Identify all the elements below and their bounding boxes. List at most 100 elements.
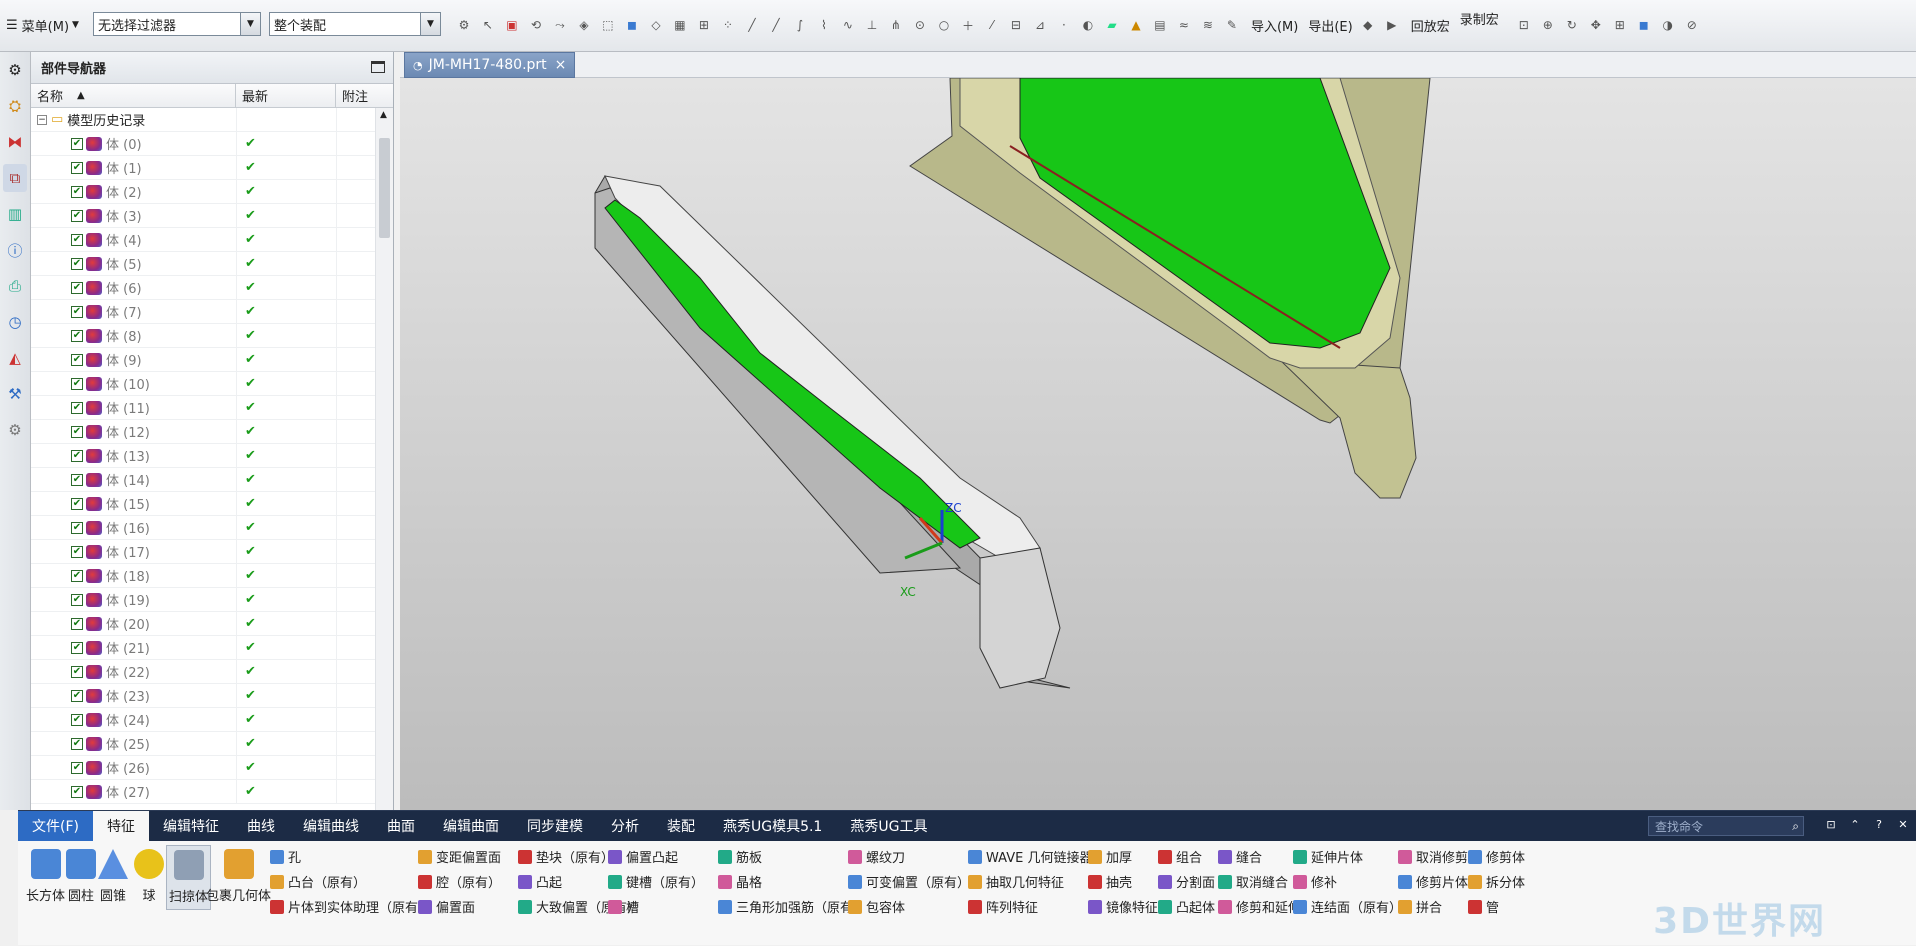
checkbox[interactable]: ✔ — [71, 137, 83, 150]
export-menu[interactable]: 导出(E) — [1308, 16, 1352, 35]
tree-row[interactable]: ✔ 体 (18) ✔ — [31, 563, 393, 588]
render-icon[interactable]: ◼ — [1635, 16, 1653, 34]
wrap-geometry-button[interactable]: 包裹几何体 — [206, 849, 271, 904]
ribbon-tab[interactable]: 编辑曲线 — [289, 811, 373, 841]
ribbon-command[interactable]: 槽 — [608, 897, 639, 916]
tree-row[interactable]: ✔ 体 (20) ✔ — [31, 611, 393, 636]
ribbon-command[interactable]: 组合 — [1158, 847, 1202, 866]
graphics-viewport[interactable]: ZC XC — [400, 77, 1916, 810]
ribbon-tab[interactable]: 曲面 — [373, 811, 429, 841]
collapse-ribbon-icon[interactable]: ⌃ — [1848, 817, 1862, 831]
view-icon[interactable]: ◇ — [647, 16, 665, 34]
ribbon-tab[interactable]: 装配 — [653, 811, 709, 841]
tree-row[interactable]: ✔ 体 (16) ✔ — [31, 515, 393, 540]
chart-icon[interactable]: ▤ — [1151, 16, 1169, 34]
tree-row[interactable]: ✔ 体 (22) ✔ — [31, 659, 393, 684]
checkbox[interactable]: ✔ — [71, 641, 83, 654]
ribbon-command[interactable]: 垫块（原有） — [518, 847, 614, 866]
chevron-down-icon[interactable]: ▼ — [419, 13, 440, 35]
tree-row[interactable]: ✔ 体 (23) ✔ — [31, 683, 393, 708]
tree-row[interactable]: ✔ 体 (15) ✔ — [31, 491, 393, 516]
checkbox[interactable]: ✔ — [71, 617, 83, 630]
tree-root-row[interactable]: − ▭ 模型历史记录 — [31, 107, 393, 132]
shading-icon[interactable]: ◐ — [1079, 16, 1097, 34]
scroll-thumb[interactable] — [379, 138, 390, 238]
select-arrow-icon[interactable]: ↖ — [479, 16, 497, 34]
tree-row[interactable]: ✔ 体 (14) ✔ — [31, 467, 393, 492]
zoom-icon[interactable]: ⊕ — [1539, 16, 1557, 34]
tree-row[interactable]: ✔ 体 (0) ✔ — [31, 131, 393, 156]
tree-row[interactable]: ✔ 体 (7) ✔ — [31, 299, 393, 324]
checkbox[interactable]: ✔ — [71, 185, 83, 198]
checkbox[interactable]: ✔ — [71, 569, 83, 582]
constraint-navigator-icon[interactable]: ⧓ — [3, 128, 27, 156]
reuse-library-icon[interactable]: ▥ — [3, 200, 27, 228]
checkbox[interactable]: ✔ — [71, 713, 83, 726]
scroll-up-icon[interactable]: ▲ — [380, 110, 387, 120]
part-navigator-icon[interactable]: ⧉ — [3, 164, 27, 192]
line2-icon[interactable]: ╱ — [767, 16, 785, 34]
tree-row[interactable]: ✔ 体 (13) ✔ — [31, 443, 393, 468]
tree-row[interactable]: ✔ 体 (17) ✔ — [31, 539, 393, 564]
ribbon-tab[interactable]: 文件(F) — [18, 811, 93, 841]
checkbox[interactable]: ✔ — [71, 209, 83, 222]
help-icon[interactable]: ? — [1872, 817, 1886, 831]
tree-row[interactable]: ✔ 体 (8) ✔ — [31, 323, 393, 348]
model-canvas[interactable]: ZC XC — [400, 77, 1916, 810]
add-select-icon[interactable]: ▣ — [503, 16, 521, 34]
sweep-button[interactable]: 扫掠体 — [166, 845, 212, 910]
fullscreen-icon[interactable]: ⊡ — [1824, 817, 1838, 831]
ribbon-tab[interactable]: 编辑特征 — [149, 811, 233, 841]
slash-icon[interactable]: ⁄ — [983, 16, 1001, 34]
ribbon-command[interactable]: 凸起体 — [1158, 897, 1215, 916]
rotate-icon[interactable]: ↻ — [1563, 16, 1581, 34]
menu-button[interactable]: ☰ 菜单(M) ▼ — [0, 12, 85, 38]
navigator-scrollbar[interactable]: ▲ — [375, 108, 393, 810]
playback-icon[interactable]: ▶ — [1383, 16, 1401, 34]
ribbon-command[interactable]: 片体到实体助理（原有） — [270, 897, 431, 916]
cylinder-button[interactable]: 圆柱 — [66, 849, 96, 904]
spline-icon[interactable]: ∿ — [839, 16, 857, 34]
column-name[interactable]: 名称 ▲ — [31, 84, 236, 107]
ribbon-command[interactable]: 键槽（原有） — [608, 872, 704, 891]
ribbon-command[interactable]: 取消缝合 — [1218, 872, 1288, 891]
checkbox[interactable]: ✔ — [71, 737, 83, 750]
checkbox[interactable]: ✔ — [71, 281, 83, 294]
ribbon-command[interactable]: 孔 — [270, 847, 301, 866]
lasso-icon[interactable]: ⟲ — [527, 16, 545, 34]
ribbon-tab[interactable]: 燕秀UG模具5.1 — [709, 811, 836, 841]
line-icon[interactable]: ╱ — [743, 16, 761, 34]
record-macro-button[interactable]: 录制宏 — [1460, 9, 1499, 28]
checkbox[interactable]: ✔ — [71, 785, 83, 798]
close-icon[interactable]: × — [555, 57, 567, 73]
dimension-icon[interactable]: ⊟ — [1007, 16, 1025, 34]
ribbon-command[interactable]: 修剪和延伸 — [1218, 897, 1301, 916]
playback-macro-button[interactable]: 回放宏 — [1411, 16, 1450, 35]
tree-row[interactable]: ✔ 体 (25) ✔ — [31, 731, 393, 756]
measure-icon[interactable]: ⊿ — [1031, 16, 1049, 34]
ribbon-command[interactable]: 抽壳 — [1088, 872, 1132, 891]
polyline-icon[interactable]: ⌇ — [815, 16, 833, 34]
checkbox[interactable]: ✔ — [71, 545, 83, 558]
ribbon-command[interactable]: 阵列特征 — [968, 897, 1038, 916]
tree-row[interactable]: ✔ 体 (9) ✔ — [31, 347, 393, 372]
checkbox[interactable]: ✔ — [71, 425, 83, 438]
checkbox[interactable]: ✔ — [71, 305, 83, 318]
ribbon-command[interactable]: 加厚 — [1088, 847, 1132, 866]
select-face-icon[interactable]: ◈ — [575, 16, 593, 34]
tree-row[interactable]: ✔ 体 (2) ✔ — [31, 179, 393, 204]
close-icon[interactable]: ✕ — [1896, 817, 1910, 831]
block-button[interactable]: 长方体 — [26, 849, 65, 904]
checkbox[interactable]: ✔ — [71, 401, 83, 414]
midpoint-icon[interactable]: ⋔ — [887, 16, 905, 34]
macro-icon[interactable]: ◆ — [1359, 16, 1377, 34]
checkbox[interactable]: ✔ — [71, 665, 83, 678]
ribbon-command[interactable]: 修补 — [1293, 872, 1337, 891]
tree-row[interactable]: ✔ 体 (26) ✔ — [31, 755, 393, 780]
ribbon-command[interactable]: WAVE 几何链接器 — [968, 847, 1092, 866]
rectangle-select-icon[interactable]: ⬚ — [599, 16, 617, 34]
search-icon[interactable]: ⌕ — [1792, 819, 1799, 834]
ribbon-command[interactable]: 变距偏置面 — [418, 847, 501, 866]
maximize-icon[interactable] — [371, 61, 385, 73]
process-studio-icon[interactable]: ⚒ — [3, 380, 27, 408]
